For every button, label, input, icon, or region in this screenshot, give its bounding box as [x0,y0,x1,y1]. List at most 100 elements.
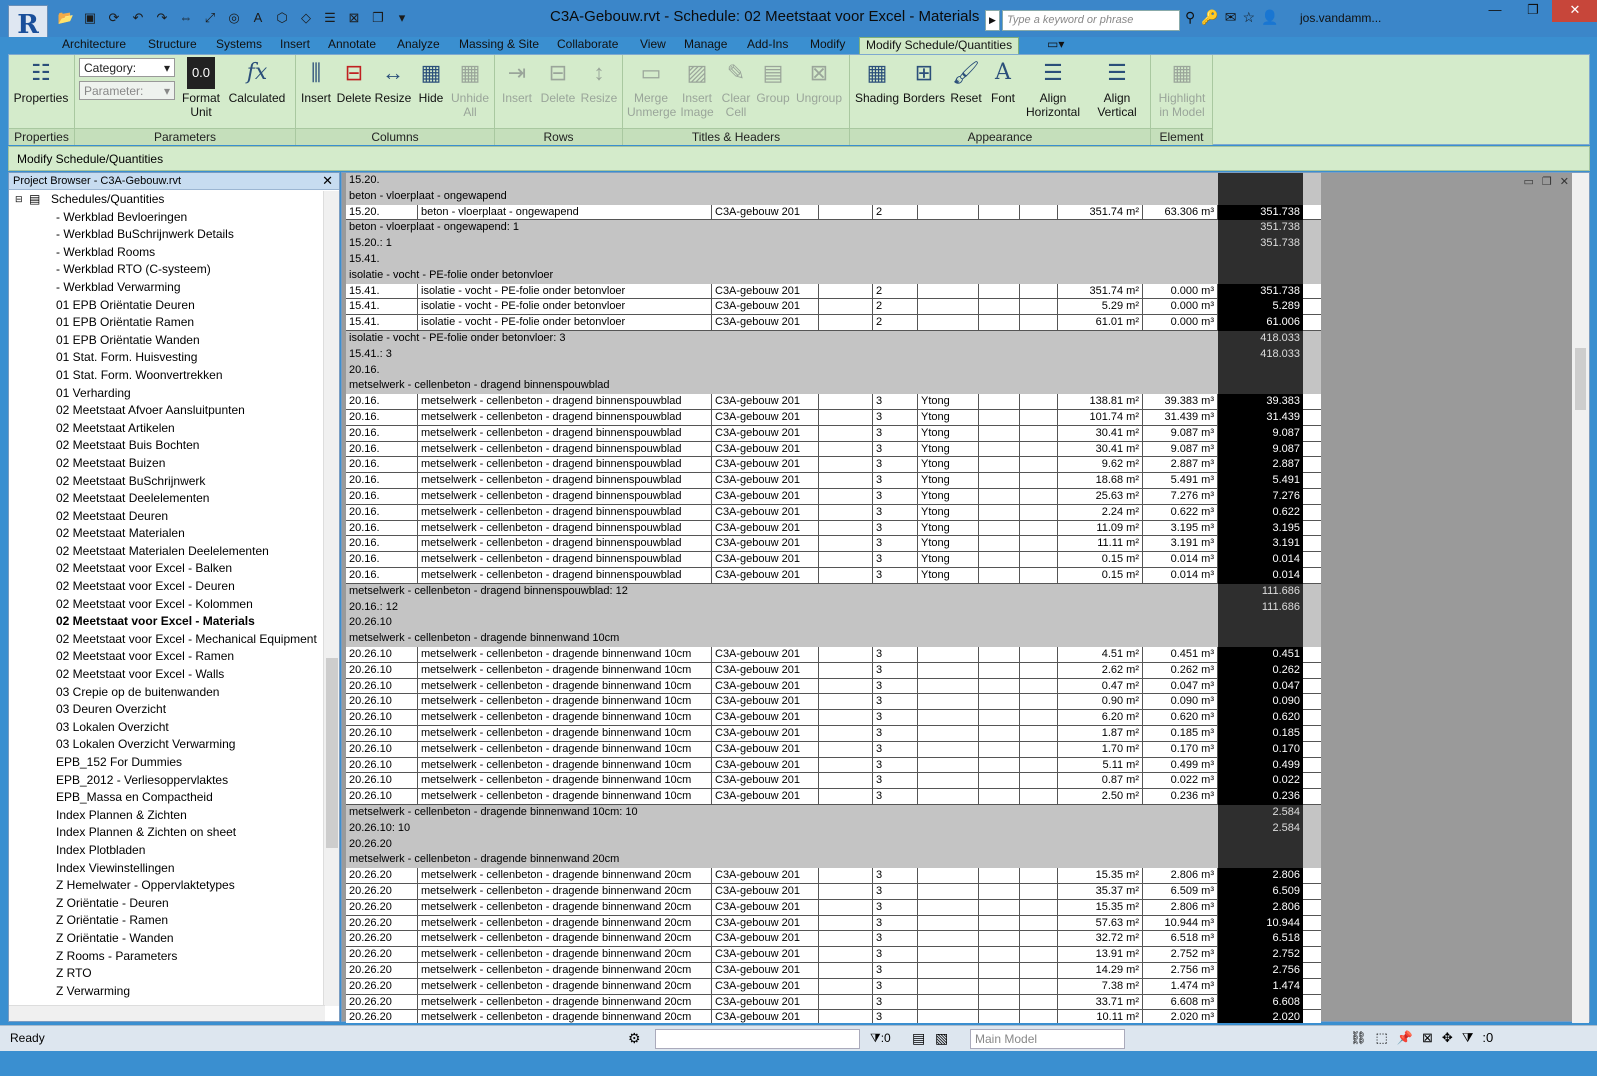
table-cell[interactable] [918,283,979,300]
table-cell[interactable]: C3A-gebouw 201 [712,899,819,916]
table-cell[interactable]: 3 [873,504,918,521]
table-cell[interactable]: 11.11 m² [1058,536,1143,553]
table-cell[interactable]: 2.887 m³ [1143,457,1218,474]
browser-item[interactable]: EPB_2012 - Verliesoppervlaktes [9,772,325,790]
table-cell[interactable] [819,662,873,679]
table-cell[interactable] [1020,678,1058,695]
browser-item[interactable]: - Werkblad BuSchrijnwerk Details [9,226,325,244]
table-cell[interactable] [819,473,873,489]
table-cell[interactable]: 2.020 [1218,1010,1303,1023]
column-insert-button[interactable]: ⫼ Insert [298,57,334,105]
table-cell[interactable] [819,678,873,695]
table-cell[interactable]: 5.29 m² [1058,299,1143,316]
scrollbar-thumb[interactable] [326,658,338,848]
table-row[interactable]: 20.16. metselwerk - cellenbeton - dragend… [346,489,1321,505]
table-cell[interactable] [1020,425,1058,442]
table-cell[interactable]: 20.16. [346,425,418,442]
tab-add-ins[interactable]: Add-Ins [747,37,788,51]
table-cell[interactable] [979,647,1020,663]
table-cell[interactable]: metselwerk - cellenbeton - dragende binn… [418,757,712,774]
merge-unmerge-button[interactable]: ▭ Merge Unmerge [627,57,676,119]
table-cell[interactable] [918,678,979,695]
table-cell[interactable]: metselwerk - cellenbeton - dragend binne… [418,504,712,521]
table-cell[interactable]: C3A-gebouw 201 [712,694,819,711]
browser-item[interactable]: 02 Meetstaat voor Excel - Deuren [9,578,325,596]
table-cell[interactable] [1020,884,1058,900]
table-cell[interactable]: 20.26.20 [346,899,418,916]
table-cell[interactable]: isolatie - vocht - PE-folie onder betonv… [418,299,712,316]
row-delete-button[interactable]: ⊟ Delete [539,57,577,105]
browser-item[interactable]: Index Viewinstellingen [9,860,325,878]
sync-icon[interactable]: ⟳ [104,8,124,28]
measure-icon[interactable]: ⇔ [176,8,196,28]
browser-item[interactable]: - Werkblad Bevloeringen [9,209,325,227]
table-cell[interactable]: 3 [873,884,918,900]
table-row[interactable]: 20.26.10 metselwerk - cellenbeton - drage… [346,647,1321,663]
table-cell[interactable]: 20.26.20 [346,868,418,884]
table-cell[interactable] [819,978,873,995]
browser-item[interactable]: - Werkblad Verwarming [9,279,325,297]
table-cell[interactable] [979,504,1020,521]
maximize-button[interactable]: ❐ [1514,0,1552,22]
table-cell[interactable]: 20.26.20 [346,915,418,932]
table-cell[interactable] [819,757,873,774]
insert-image-button[interactable]: ▨ Insert Image [677,57,717,119]
restore-view-icon[interactable]: ❐ [1542,175,1552,188]
group-header-cell[interactable]: 20.16.: 12 [346,600,1218,616]
table-cell[interactable] [918,884,979,900]
table-cell[interactable]: 0.090 m³ [1143,694,1218,711]
table-cell[interactable] [979,710,1020,726]
browser-item[interactable]: 03 Lokalen Overzicht [9,719,325,737]
table-row[interactable]: 15.41. isolatie - vocht - PE-folie onder … [346,283,1321,300]
table-cell[interactable]: C3A-gebouw 201 [712,394,819,410]
table-cell[interactable]: 20.26.10 [346,741,418,758]
table-row[interactable]: 20.16. metselwerk - cellenbeton - dragend… [346,568,1321,584]
group-row[interactable]: 15.20. [346,173,1321,189]
table-cell[interactable] [1020,441,1058,458]
table-cell[interactable]: 351.738 [1218,283,1303,300]
table-cell[interactable] [918,773,979,790]
table-cell[interactable]: 2 [873,299,918,316]
table-cell[interactable] [819,504,873,521]
column-delete-button[interactable]: ⊟ Delete [336,57,372,105]
table-cell[interactable]: 0.170 m³ [1143,741,1218,758]
table-cell[interactable]: 20.26.10 [346,710,418,726]
table-cell[interactable] [918,315,979,331]
group-row[interactable]: 15.41. [346,252,1321,268]
editable-only-icon[interactable]: ▧ [935,1030,948,1047]
table-cell[interactable]: 3 [873,899,918,916]
table-cell[interactable]: 3 [873,757,918,774]
group-button[interactable]: ▤ Group [755,57,791,105]
table-cell[interactable]: 2.752 m³ [1143,947,1218,963]
table-cell[interactable] [1020,283,1058,300]
table-cell[interactable]: 2.887 [1218,457,1303,474]
table-cell[interactable]: 0.236 [1218,789,1303,805]
table-cell[interactable]: Ytong [918,457,979,474]
table-cell[interactable] [819,868,873,884]
table-cell[interactable]: metselwerk - cellenbeton - dragende binn… [418,678,712,695]
table-cell[interactable]: isolatie - vocht - PE-folie onder betonv… [418,283,712,300]
table-cell[interactable] [979,947,1020,963]
table-row[interactable]: 20.26.10 metselwerk - cellenbeton - drage… [346,678,1321,695]
table-row[interactable]: 20.26.10 metselwerk - cellenbeton - drage… [346,741,1321,758]
table-cell[interactable]: 0.87 m² [1058,773,1143,790]
switch-windows-icon[interactable]: ❐ [368,8,388,28]
table-cell[interactable]: 5.491 [1218,473,1303,489]
table-cell[interactable]: 15.41. [346,315,418,331]
table-cell[interactable]: C3A-gebouw 201 [712,536,819,553]
table-cell[interactable]: 0.15 m² [1058,552,1143,568]
table-cell[interactable] [1020,694,1058,711]
group-header-cell[interactable]: isolatie - vocht - PE-folie onder betonv… [346,331,1218,347]
table-cell[interactable]: metselwerk - cellenbeton - dragend binne… [418,520,712,537]
browser-item[interactable]: Z Oriëntatie - Ramen [9,912,325,930]
minimize-button[interactable]: — [1476,0,1514,22]
table-cell[interactable]: metselwerk - cellenbeton - dragende binn… [418,884,712,900]
customize-icon[interactable]: ▾ [392,8,412,28]
browser-item[interactable]: Z RTO [9,965,325,983]
subscription-icon[interactable]: 🔑 [1201,9,1218,26]
table-cell[interactable] [1020,726,1058,742]
group-total-cell[interactable] [1218,615,1303,632]
table-cell[interactable]: C3A-gebouw 201 [712,773,819,790]
table-cell[interactable]: metselwerk - cellenbeton - dragend binne… [418,473,712,489]
table-row[interactable]: 20.16. metselwerk - cellenbeton - dragend… [346,425,1321,442]
